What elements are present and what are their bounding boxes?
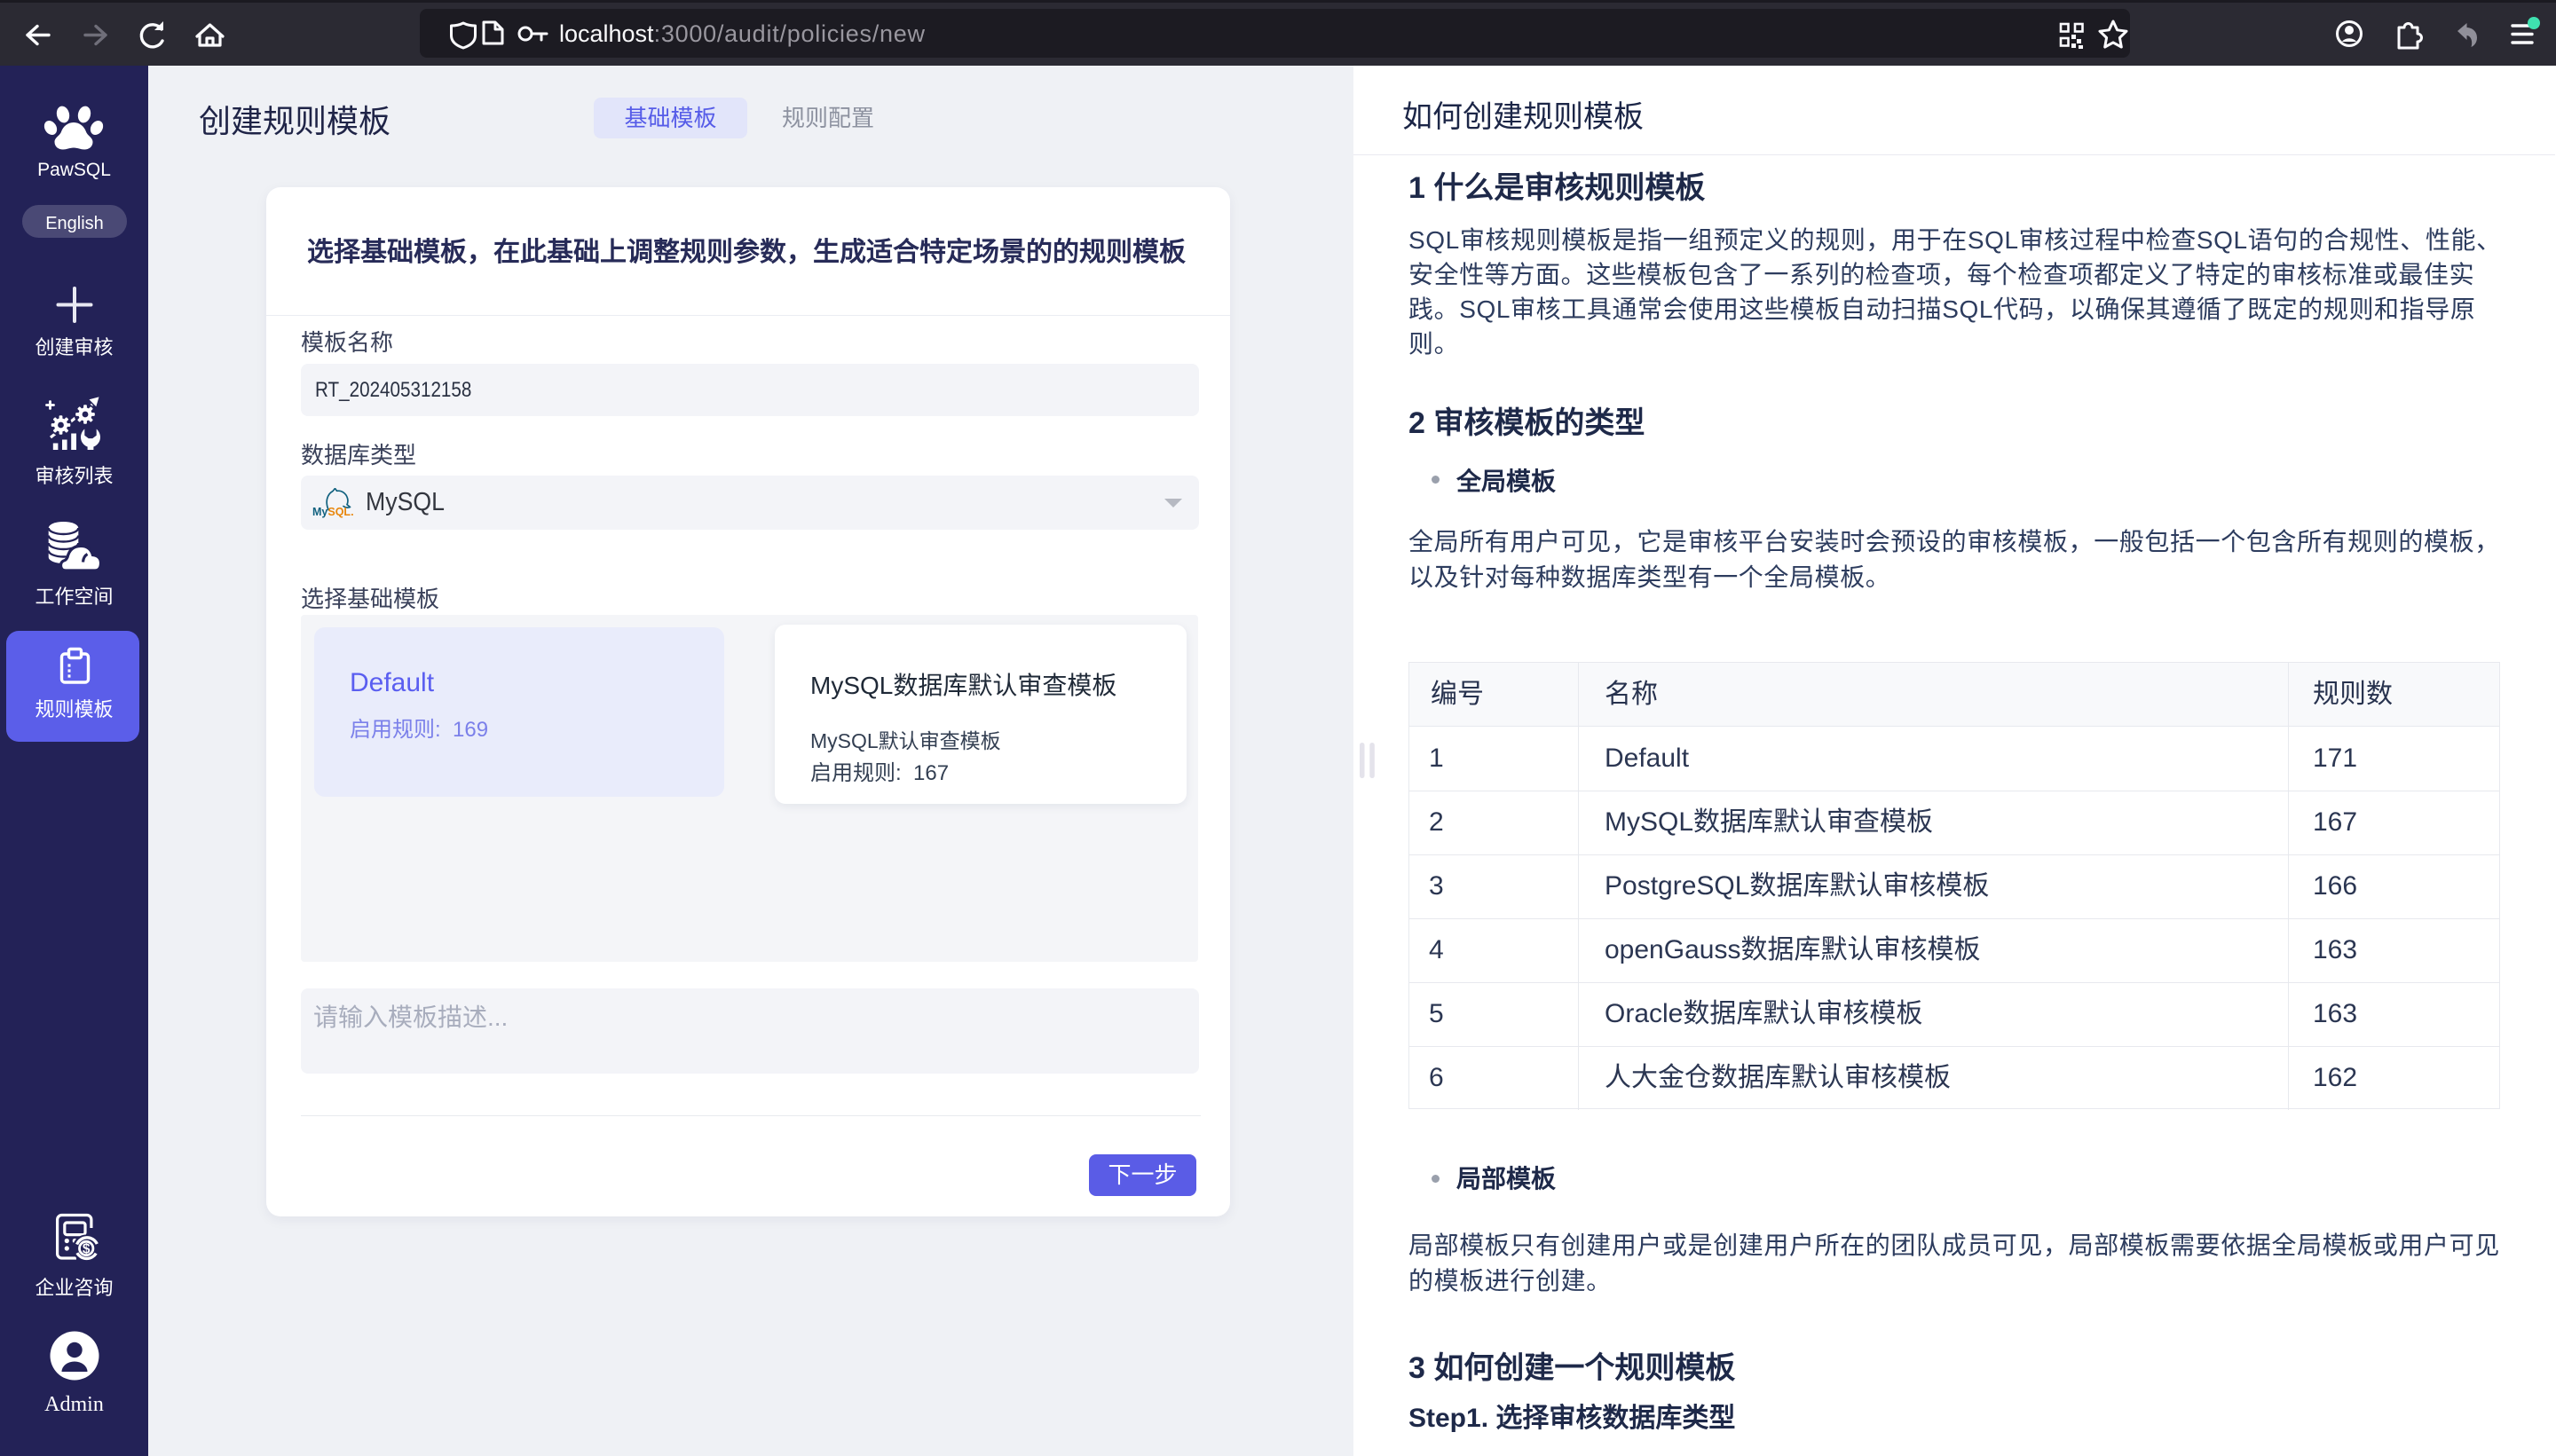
svg-text:$: $ — [83, 1242, 91, 1257]
svg-text:MySQL.: MySQL. — [312, 506, 354, 518]
